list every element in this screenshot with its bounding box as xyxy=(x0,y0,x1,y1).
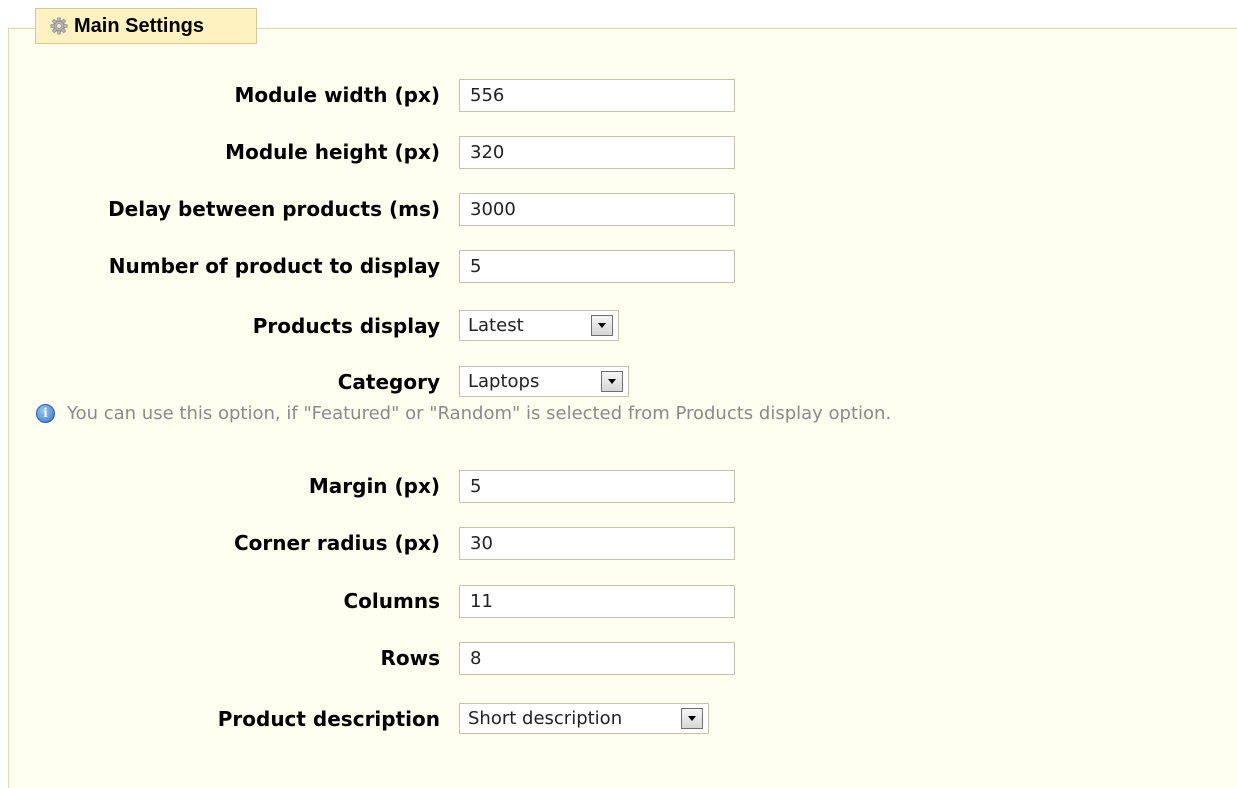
info-icon: i xyxy=(36,403,55,423)
products-display-select[interactable]: Latest xyxy=(459,310,619,341)
chevron-down-icon[interactable] xyxy=(681,708,703,729)
module-width-row: Module width (px) xyxy=(0,79,1237,112)
products-display-value: Latest xyxy=(468,315,524,336)
num-products-row: Number of product to display xyxy=(0,250,1237,283)
corner-radius-row: Corner radius (px) xyxy=(0,527,1237,560)
product-description-row: Product description Short description xyxy=(0,703,1237,736)
rows-input[interactable] xyxy=(459,642,735,675)
product-description-label: Product description xyxy=(217,707,440,731)
margin-input[interactable] xyxy=(459,470,735,503)
category-hint-text: You can use this option, if "Featured" o… xyxy=(67,402,892,424)
chevron-down-icon[interactable] xyxy=(601,371,623,392)
chevron-down-icon[interactable] xyxy=(591,315,613,336)
module-height-label: Module height (px) xyxy=(225,140,440,164)
products-display-row: Products display Latest xyxy=(0,310,1237,343)
delay-label: Delay between products (ms) xyxy=(108,197,440,221)
category-hint: i You can use this option, if "Featured"… xyxy=(36,398,891,428)
columns-input[interactable] xyxy=(459,585,735,618)
category-value: Laptops xyxy=(468,371,540,392)
margin-row: Margin (px) xyxy=(0,470,1237,503)
rows-row: Rows xyxy=(0,642,1237,675)
corner-radius-input[interactable] xyxy=(459,527,735,560)
module-width-label: Module width (px) xyxy=(234,83,441,107)
corner-radius-label: Corner radius (px) xyxy=(233,531,440,555)
delay-row: Delay between products (ms) xyxy=(0,193,1237,226)
rows-label: Rows xyxy=(380,646,440,670)
module-height-input[interactable] xyxy=(459,136,735,169)
num-products-label: Number of product to display xyxy=(108,254,440,278)
columns-label: Columns xyxy=(343,589,441,613)
section-title: Main Settings xyxy=(74,14,205,37)
main-settings-legend: Main Settings xyxy=(35,8,257,44)
product-description-value: Short description xyxy=(468,708,623,729)
products-display-label: Products display xyxy=(252,314,440,338)
module-width-input[interactable] xyxy=(459,79,735,112)
product-description-select[interactable]: Short description xyxy=(459,703,709,734)
module-height-row: Module height (px) xyxy=(0,136,1237,169)
num-products-input[interactable] xyxy=(459,250,735,283)
category-row: Category Laptops xyxy=(0,366,1237,399)
columns-row: Columns xyxy=(0,585,1237,618)
delay-input[interactable] xyxy=(459,193,735,226)
margin-label: Margin (px) xyxy=(308,474,440,498)
gear-icon xyxy=(50,17,68,35)
category-label: Category xyxy=(337,370,440,394)
category-select[interactable]: Laptops xyxy=(459,366,629,397)
